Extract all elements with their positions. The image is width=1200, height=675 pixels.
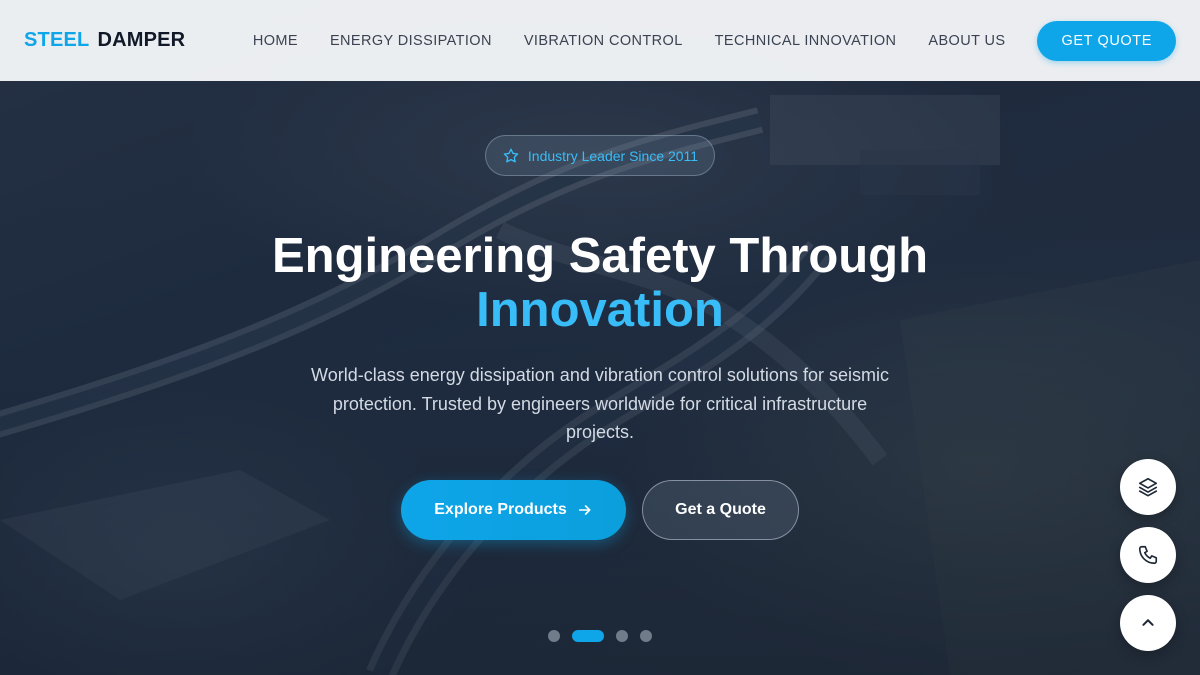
nav-energy-dissipation[interactable]: ENERGY DISSIPATION: [330, 33, 492, 49]
industry-leader-badge: Industry Leader Since 2011: [485, 135, 715, 176]
main-nav: HOME ENERGY DISSIPATION VIBRATION CONTRO…: [253, 33, 1006, 49]
slide-dot-3[interactable]: [616, 630, 628, 642]
phone-fab-button[interactable]: [1120, 527, 1176, 583]
explore-products-button[interactable]: Explore Products: [401, 480, 626, 540]
hero-subtitle: World-class energy dissipation and vibra…: [311, 365, 889, 442]
layers-icon: [1138, 477, 1158, 497]
badge-text: Industry Leader Since 2011: [527, 147, 699, 164]
slide-dot-2-active[interactable]: [572, 630, 604, 642]
slide-dot-1[interactable]: [548, 630, 560, 642]
get-quote-button[interactable]: GET QUOTE: [1037, 20, 1176, 61]
products-fab-button[interactable]: [1120, 459, 1176, 515]
nav-home[interactable]: HOME: [253, 33, 298, 49]
phone-icon: [1138, 545, 1158, 565]
slider-pagination: [548, 630, 664, 642]
nav-about-us[interactable]: ABOUT US: [928, 33, 1005, 49]
scroll-to-top-button[interactable]: [1120, 595, 1176, 651]
site-header: STEEL DAMPER HOME ENERGY DISSIPATION VIB…: [0, 0, 1200, 81]
explore-products-label: Explore Products: [434, 501, 567, 518]
hero-title-accent: Innovation: [476, 283, 724, 337]
hero-title-line: Engineering Safety Through: [271, 229, 929, 283]
brand-logo-steel: STEEL: [24, 29, 90, 51]
hero-title: Engineering Safety Through Innovation: [0, 229, 1200, 337]
nav-technical-innovation[interactable]: TECHNICAL INNOVATION: [715, 33, 897, 49]
chevron-up-icon: [1142, 619, 1154, 626]
star-icon: [503, 148, 519, 162]
hero-section: Industry Leader Since 2011 Engineering S…: [0, 81, 1200, 675]
slide-dot-4[interactable]: [640, 630, 652, 642]
brand-logo[interactable]: STEEL DAMPER: [24, 29, 185, 52]
brand-logo-damper: DAMPER: [97, 29, 186, 51]
arrow-right-icon: [578, 505, 591, 515]
get-a-quote-button[interactable]: Get a Quote: [642, 480, 799, 540]
nav-vibration-control[interactable]: VIBRATION CONTROL: [524, 33, 683, 49]
